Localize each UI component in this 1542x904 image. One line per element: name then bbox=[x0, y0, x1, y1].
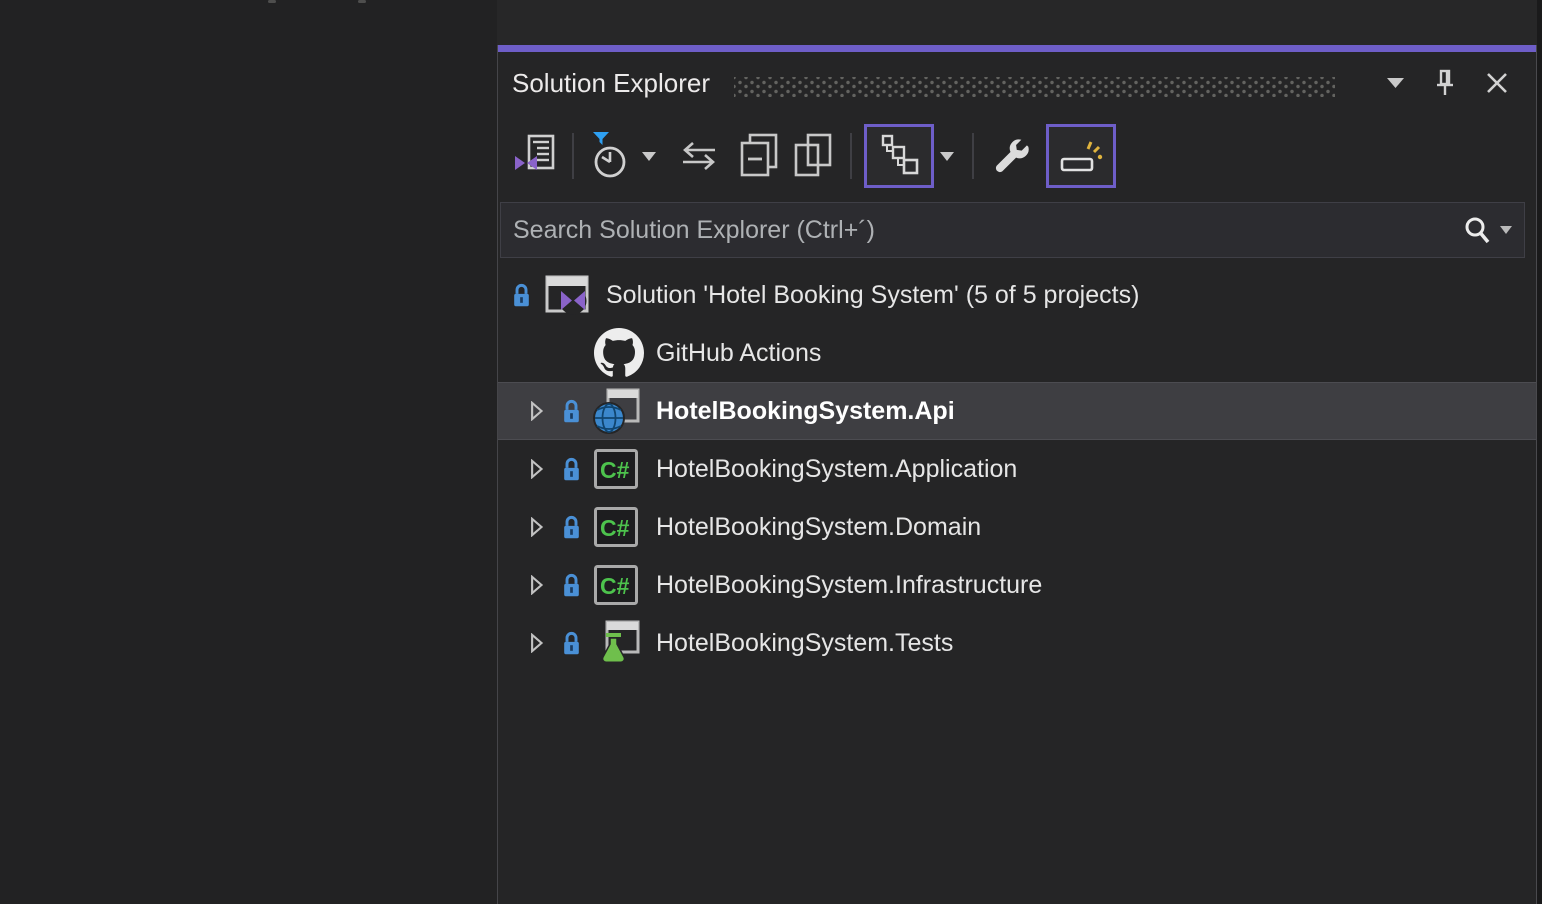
tree-row-label: HotelBookingSystem.Infrastructure bbox=[656, 571, 1042, 600]
screen-artifact bbox=[358, 0, 366, 3]
sync-with-active-document-icon bbox=[679, 141, 719, 171]
toolbar bbox=[498, 114, 1536, 198]
properties-button[interactable] bbox=[986, 124, 1036, 188]
file-nesting-icon bbox=[877, 132, 921, 180]
toolbar-separator bbox=[972, 133, 974, 179]
toolbar-separator bbox=[850, 133, 852, 179]
node-icon bbox=[594, 328, 644, 378]
tree-row-label: HotelBookingSystem.Application bbox=[656, 455, 1017, 484]
solution-tree: Solution 'Hotel Booking System' (5 of 5 … bbox=[498, 266, 1536, 904]
collapse-all-button[interactable] bbox=[734, 124, 784, 188]
panel-title: Solution Explorer bbox=[512, 68, 710, 99]
file-nesting-chevron-icon bbox=[940, 152, 954, 161]
pin-button[interactable] bbox=[1434, 69, 1456, 97]
tree-row[interactable]: HotelBookingSystem.Api bbox=[498, 382, 1536, 440]
switch-views-button[interactable] bbox=[510, 124, 560, 188]
tree-row[interactable]: C# HotelBookingSystem.Infrastructure bbox=[498, 556, 1536, 614]
pending-changes-filter-icon bbox=[589, 130, 633, 182]
expand-chevron-icon[interactable] bbox=[526, 459, 546, 479]
search-options-chevron-icon bbox=[1500, 226, 1512, 234]
pin-icon bbox=[1434, 69, 1456, 97]
filter-dropdown-button[interactable] bbox=[636, 124, 662, 188]
properties-wrench-icon bbox=[990, 135, 1032, 177]
window-position-button[interactable] bbox=[1387, 78, 1404, 88]
node-icon: C# bbox=[592, 564, 640, 606]
node-icon: C# bbox=[592, 448, 640, 490]
tree-row[interactable]: Solution 'Hotel Booking System' (5 of 5 … bbox=[498, 266, 1536, 324]
close-icon bbox=[1486, 72, 1508, 94]
file-nesting-dropdown-button[interactable] bbox=[934, 124, 960, 188]
lock-icon bbox=[556, 572, 586, 599]
svg-text:C#: C# bbox=[600, 573, 630, 599]
tree-row[interactable]: GitHub Actions bbox=[498, 324, 1536, 382]
tree-row-label: HotelBookingSystem.Tests bbox=[656, 629, 953, 658]
drag-grip[interactable] bbox=[734, 77, 1335, 97]
sync-with-active-document-button[interactable] bbox=[674, 124, 724, 188]
node-icon bbox=[544, 274, 590, 316]
show-all-files-icon bbox=[792, 133, 834, 179]
desktop-background: Solution Explorer bbox=[0, 0, 1542, 904]
preview-selected-items-button[interactable] bbox=[1046, 124, 1116, 188]
lock-icon bbox=[556, 630, 586, 657]
expand-chevron-icon[interactable] bbox=[526, 401, 546, 421]
expand-chevron-icon[interactable] bbox=[526, 633, 546, 653]
search-button[interactable] bbox=[1462, 215, 1512, 245]
tree-row-label: Solution 'Hotel Booking System' (5 of 5 … bbox=[606, 281, 1139, 310]
panel-top-gap bbox=[497, 0, 1537, 45]
filter-chevron-icon bbox=[642, 152, 656, 161]
search-box bbox=[500, 202, 1525, 258]
window-position-chevron-icon bbox=[1387, 78, 1404, 88]
node-icon bbox=[592, 388, 640, 435]
tree-row-label: GitHub Actions bbox=[656, 339, 821, 368]
svg-text:C#: C# bbox=[600, 515, 630, 541]
node-icon: C# bbox=[592, 506, 640, 548]
lock-icon bbox=[556, 514, 586, 541]
tree-row-label: HotelBookingSystem.Api bbox=[656, 397, 955, 426]
solution-explorer-panel: Solution Explorer bbox=[497, 45, 1537, 904]
expand-chevron-icon[interactable] bbox=[526, 517, 546, 537]
show-all-files-button[interactable] bbox=[788, 124, 838, 188]
file-nesting-button[interactable] bbox=[864, 124, 934, 188]
tree-row-label: HotelBookingSystem.Domain bbox=[656, 513, 981, 542]
preview-selected-items-icon bbox=[1058, 134, 1104, 178]
screen-artifact bbox=[268, 0, 276, 3]
search-input[interactable] bbox=[501, 216, 1462, 245]
tree-row[interactable]: HotelBookingSystem.Tests bbox=[498, 614, 1536, 672]
tree-row[interactable]: C# HotelBookingSystem.Domain bbox=[498, 498, 1536, 556]
svg-text:C#: C# bbox=[600, 457, 630, 483]
panel-titlebar: Solution Explorer bbox=[498, 52, 1536, 114]
right-edge-strip bbox=[1537, 0, 1542, 904]
panel-accent-bar bbox=[498, 45, 1536, 52]
expand-chevron-icon[interactable] bbox=[526, 575, 546, 595]
collapse-all-icon bbox=[738, 133, 780, 179]
search-icon bbox=[1462, 215, 1492, 245]
node-icon bbox=[592, 620, 640, 667]
tree-row[interactable]: C# HotelBookingSystem.Application bbox=[498, 440, 1536, 498]
close-button[interactable] bbox=[1486, 72, 1508, 94]
lock-icon bbox=[556, 398, 586, 425]
lock-icon bbox=[556, 456, 586, 483]
toolbar-separator bbox=[572, 133, 574, 179]
pending-changes-filter-button[interactable] bbox=[586, 124, 636, 188]
vs-home-icon bbox=[513, 132, 557, 180]
lock-icon bbox=[506, 282, 536, 309]
